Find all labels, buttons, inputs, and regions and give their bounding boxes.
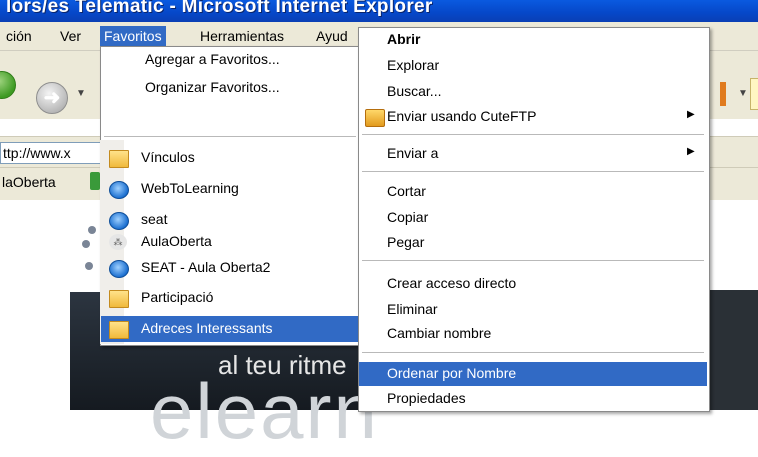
favorite-label: Vínculos [141,149,195,165]
menu-item-label: Organizar Favoritos... [145,79,280,95]
context-item-cortar[interactable]: Cortar [359,180,707,204]
context-item-label: Enviar a [387,145,439,161]
ie-page-icon [109,212,129,230]
menu-item-organizar-favoritos[interactable]: Organizar Favoritos... [101,76,359,100]
favorite-item-webtolearning[interactable]: WebToLearning [101,177,359,201]
menu-separator [362,260,704,261]
menu-separator [362,352,704,353]
context-item-buscar[interactable]: Buscar... [359,80,707,104]
context-item-label: Ordenar por Nombre [387,365,517,381]
context-item-copiar[interactable]: Copiar [359,206,707,230]
menu-ayuda[interactable]: Ayud [312,26,352,46]
context-item-label: Cortar [387,183,426,199]
context-item-enviar-cuteftp[interactable]: Enviar usando CuteFTP ▶ [359,105,707,129]
context-item-label: Abrir [387,31,421,47]
folder-icon [109,290,129,308]
context-item-label: Propiedades [387,390,466,406]
favorite-item-vinculos[interactable]: Vínculos [101,146,359,170]
toolbar-folder-icon[interactable] [750,78,758,110]
favorite-label: Adreces Interessants [141,320,273,336]
links-item-aulaoberta[interactable]: laOberta [2,174,56,190]
context-item-explorar[interactable]: Explorar [359,54,707,78]
favorite-item-seat-aula-oberta2[interactable]: SEAT - Aula Oberta2 [101,256,359,280]
favorite-item-participacio[interactable]: Participació [101,286,359,310]
menu-ver[interactable]: Ver [56,26,85,46]
context-item-label: Enviar usando CuteFTP [387,108,537,124]
favorite-label: seat [141,211,168,227]
menu-item-agregar-favoritos[interactable]: Agregar a Favoritos... [101,48,359,72]
context-item-label: Eliminar [387,301,438,317]
menu-separator [104,136,356,137]
menu-separator [362,134,704,135]
context-item-propiedades[interactable]: Propiedades [359,387,707,411]
forward-dropdown-icon[interactable]: ▼ [76,88,86,99]
context-item-label: Buscar... [387,83,442,99]
page-side-image [702,290,758,410]
address-input[interactable]: ttp://www.x [0,142,104,164]
ie-page-icon [109,260,129,278]
folder-icon [109,150,129,168]
ie-page-icon [109,181,129,199]
dropdown-caret-icon[interactable]: ▼ [738,88,748,99]
link-icon: ⁂ [109,234,127,250]
forward-button-icon[interactable]: ➜ [36,82,68,114]
menu-item-label: Agregar a Favoritos... [145,51,280,67]
folder-icon [109,321,129,339]
link-icon[interactable] [90,172,100,190]
context-item-eliminar[interactable]: Eliminar [359,298,707,322]
cuteftp-icon [365,109,385,127]
favorite-label: SEAT - Aula Oberta2 [141,259,271,275]
favorite-item-seat[interactable]: seat [101,208,359,232]
context-item-ordenar-por-nombre[interactable]: Ordenar por Nombre [359,362,707,386]
context-item-pegar[interactable]: Pegar [359,231,707,255]
favorite-label: WebToLearning [141,180,239,196]
context-item-label: Copiar [387,209,429,225]
window-title: lors/es Telematic - Microsoft Internet E… [6,0,433,17]
context-item-label: Cambiar nombre [387,325,492,341]
context-item-label: Crear acceso directo [387,275,517,291]
menu-separator [362,171,704,172]
context-item-label: Pegar [387,234,425,250]
context-item-label: Explorar [387,57,440,73]
favorite-item-adreces-interessants[interactable]: Adreces Interessants [101,316,359,342]
context-item-cambiar-nombre[interactable]: Cambiar nombre [359,322,707,346]
context-item-crear-acceso-directo[interactable]: Crear acceso directo [359,272,707,296]
submenu-arrow-icon: ▶ [687,146,695,157]
menu-herramientas[interactable]: Herramientas [196,26,288,46]
context-item-abrir[interactable]: Abrir [359,28,707,52]
submenu-arrow-icon: ▶ [687,109,695,120]
context-item-enviar-a[interactable]: Enviar a ▶ [359,142,707,166]
toolbar-button-icon[interactable] [720,82,726,106]
favorite-label: AulaOberta [141,233,212,249]
menu-edicion[interactable]: ción [2,26,36,46]
favorite-item-aulaoberta[interactable]: ⁂ AulaOberta [101,230,359,254]
menu-favoritos[interactable]: Favoritos [100,26,166,46]
favorite-label: Participació [141,289,214,305]
banner-logo-text: elearn [150,367,379,455]
